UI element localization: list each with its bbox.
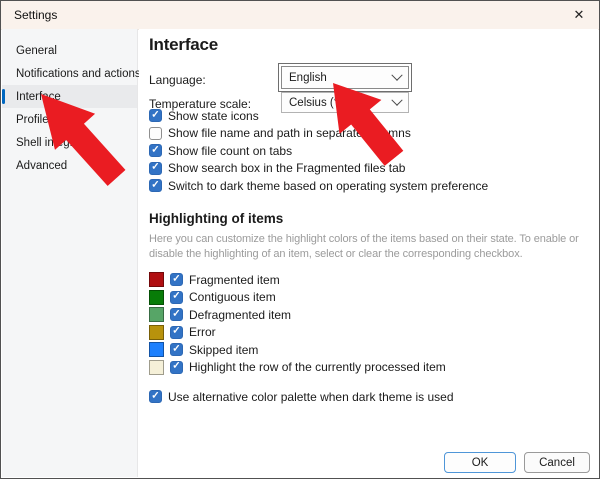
highlight-item-label: Skipped item [189, 343, 258, 357]
option-label: Show state icons [168, 109, 259, 123]
title-bar: Settings ✕ [1, 1, 599, 30]
checkmark-icon: ✓ [172, 292, 180, 302]
highlight-item-row[interactable]: ✓ Contiguous item [149, 290, 446, 305]
language-select[interactable]: English [281, 66, 409, 89]
color-swatch[interactable] [149, 342, 164, 357]
page-title: Interface [149, 35, 218, 55]
highlight-item-label: Fragmented item [189, 273, 280, 287]
sidebar-item-label: General [16, 45, 57, 57]
sidebar-item-label: Notifications and actions [16, 68, 141, 80]
window-title: Settings [14, 8, 57, 22]
checkmark-icon: ✓ [172, 274, 180, 284]
checkbox[interactable]: ✓ [170, 273, 183, 286]
highlight-item-label: Highlight the row of the currently proce… [189, 360, 446, 374]
color-swatch[interactable] [149, 307, 164, 322]
checkbox[interactable]: ✓ [149, 390, 162, 403]
sidebar-item-label: Profiles [16, 114, 54, 126]
sidebar-item[interactable]: Shell integration [2, 131, 137, 154]
sidebar-item[interactable]: Profiles [2, 108, 137, 131]
color-swatch[interactable] [149, 272, 164, 287]
checkmark-icon: ✓ [172, 309, 180, 319]
highlight-item-row[interactable]: ✓ Error [149, 325, 446, 340]
sidebar-item-label: Advanced [16, 160, 67, 172]
option-label: Show search box in the Fragmented files … [168, 161, 405, 175]
checkbox[interactable]: ✓ [170, 361, 183, 374]
checkmark-icon: ✓ [172, 344, 180, 354]
option-row[interactable]: ✓ Switch to dark theme based on operatin… [149, 179, 488, 192]
checkmark-icon: ✓ [172, 362, 180, 372]
alt-palette-label: Use alternative color palette when dark … [168, 390, 454, 404]
checkbox[interactable]: ✓ [149, 179, 162, 192]
sidebar-item-label: Interface [16, 91, 61, 103]
interface-pane: Interface Language: English Temperature … [139, 29, 598, 477]
sidebar: General Notifications and actions Interf… [2, 29, 138, 477]
color-swatch[interactable] [149, 360, 164, 375]
checkbox[interactable]: ✓ [170, 343, 183, 356]
sidebar-item[interactable]: Interface [2, 85, 137, 108]
chevron-down-icon [391, 69, 402, 80]
checkbox[interactable]: ✓ [149, 127, 162, 140]
option-label: Show file count on tabs [168, 144, 292, 158]
checkbox[interactable]: ✓ [149, 162, 162, 175]
checkbox[interactable]: ✓ [170, 326, 183, 339]
options-list: ✓ Show state icons ✓ Show file name and … [149, 109, 488, 192]
option-label: Switch to dark theme based on operating … [168, 179, 488, 193]
checkmark-icon: ✓ [151, 163, 159, 173]
settings-window: Settings ✕ General Notifications and act… [0, 0, 600, 479]
checkbox[interactable]: ✓ [170, 308, 183, 321]
language-value: English [289, 72, 327, 84]
highlight-items-list: ✓ Fragmented item ✓ Contiguous item ✓ [149, 272, 446, 375]
highlighting-description: Here you can customize the highlight col… [149, 232, 587, 262]
chevron-down-icon [391, 94, 402, 105]
language-label: Language: [149, 73, 206, 87]
sidebar-item[interactable]: Notifications and actions [2, 62, 137, 85]
highlighting-section-title: Highlighting of items [149, 211, 283, 226]
highlight-item-row[interactable]: ✓ Highlight the row of the currently pro… [149, 360, 446, 375]
checkmark-icon: ✓ [151, 145, 159, 155]
highlight-item-row[interactable]: ✓ Defragmented item [149, 307, 446, 322]
highlight-item-label: Defragmented item [189, 308, 291, 322]
highlight-item-row[interactable]: ✓ Fragmented item [149, 272, 446, 287]
checkbox[interactable]: ✓ [149, 144, 162, 157]
temperature-value: Celsius (°C) [289, 97, 350, 109]
ok-button[interactable]: OK [444, 452, 516, 473]
color-swatch[interactable] [149, 325, 164, 340]
checkbox[interactable]: ✓ [170, 291, 183, 304]
checkmark-icon: ✓ [151, 391, 159, 401]
highlight-item-label: Contiguous item [189, 290, 276, 304]
alt-palette-row[interactable]: ✓ Use alternative color palette when dar… [149, 390, 454, 403]
checkmark-icon: ✓ [151, 110, 159, 120]
checkbox[interactable]: ✓ [149, 109, 162, 122]
sidebar-item-label: Shell integration [16, 137, 98, 149]
cancel-button[interactable]: Cancel [524, 452, 590, 473]
close-icon[interactable]: ✕ [570, 6, 588, 24]
sidebar-item[interactable]: Advanced [2, 154, 137, 177]
sidebar-item[interactable]: General [2, 39, 137, 62]
highlight-item-label: Error [189, 325, 216, 339]
option-row[interactable]: ✓ Show state icons [149, 109, 488, 122]
option-row[interactable]: ✓ Show search box in the Fragmented file… [149, 162, 488, 175]
option-row[interactable]: ✓ Show file count on tabs [149, 144, 488, 157]
option-label: Show file name and path in separate colu… [168, 126, 411, 140]
highlight-item-row[interactable]: ✓ Skipped item [149, 342, 446, 357]
option-row[interactable]: ✓ Show file name and path in separate co… [149, 127, 488, 140]
checkmark-icon: ✓ [172, 327, 180, 337]
checkmark-icon: ✓ [151, 180, 159, 190]
color-swatch[interactable] [149, 290, 164, 305]
